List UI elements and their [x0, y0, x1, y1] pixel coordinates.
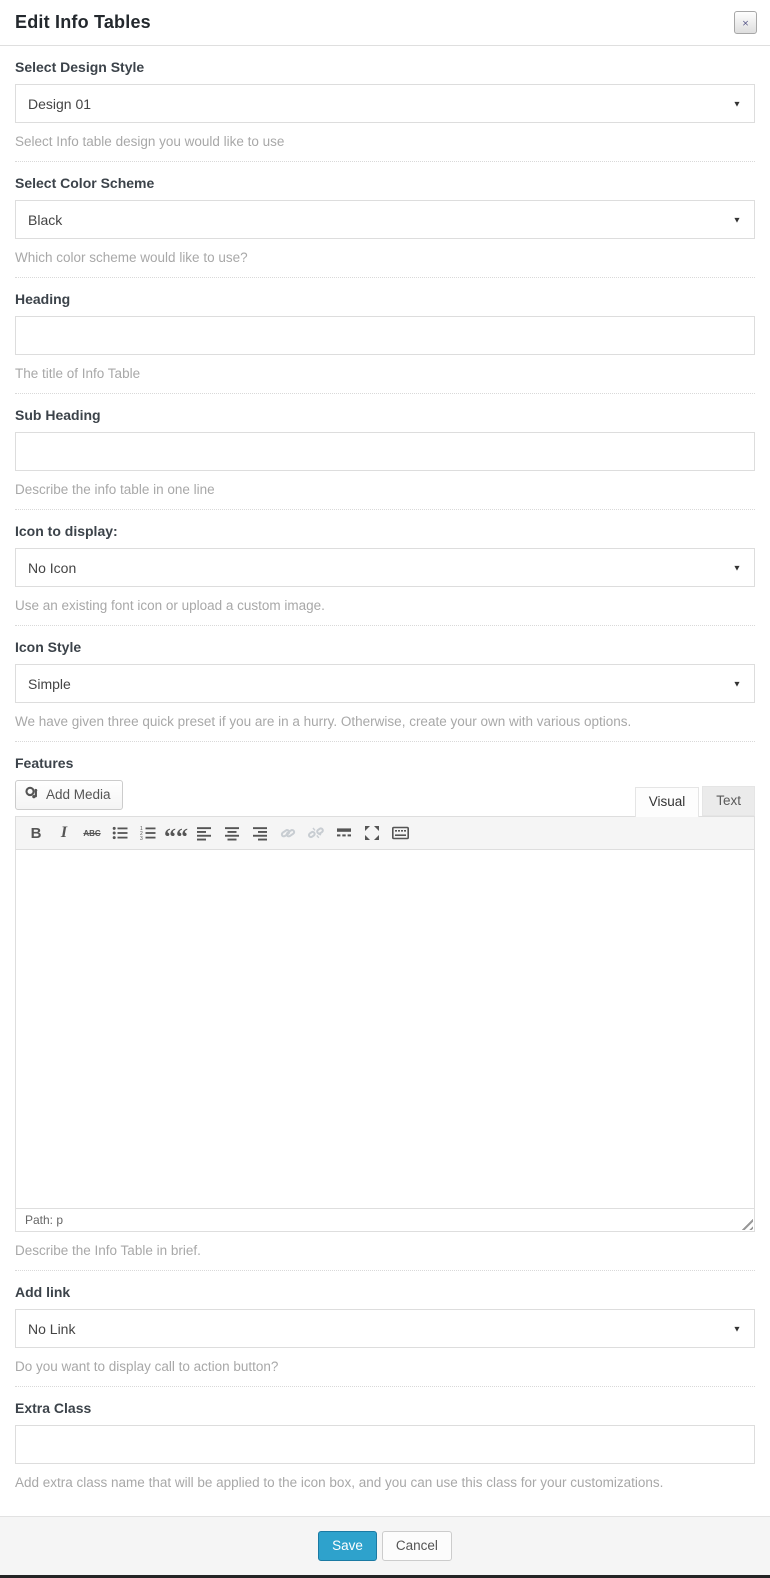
icon-to-display-select[interactable]: No Icon	[16, 549, 754, 586]
design-style-select-wrap: Design 01 ▼	[15, 84, 755, 123]
editor-path-label: Path: p	[25, 1213, 63, 1227]
resize-handle[interactable]	[739, 1216, 753, 1230]
color-scheme-select[interactable]: Black	[16, 201, 754, 238]
design-style-select[interactable]: Design 01	[16, 85, 754, 122]
unlink-icon[interactable]	[302, 820, 330, 846]
cancel-button[interactable]: Cancel	[382, 1531, 452, 1561]
extra-class-label: Extra Class	[15, 1400, 755, 1416]
align-right-icon[interactable]	[246, 820, 274, 846]
field-design-style: Select Design Style Design 01 ▼ Select I…	[15, 46, 755, 162]
icon-to-display-help: Use an existing font icon or upload a cu…	[15, 598, 755, 613]
sub-heading-help: Describe the info table in one line	[15, 482, 755, 497]
field-icon-to-display: Icon to display: No Icon ▼ Use an existi…	[15, 510, 755, 626]
italic-icon[interactable]: I	[50, 820, 78, 846]
field-add-link: Add link No Link ▼ Do you want to displa…	[15, 1271, 755, 1387]
field-color-scheme: Select Color Scheme Black ▼ Which color …	[15, 162, 755, 278]
add-media-button[interactable]: Add Media	[15, 780, 123, 810]
icon-style-label: Icon Style	[15, 639, 755, 655]
bold-icon[interactable]: B	[22, 820, 50, 846]
color-scheme-label: Select Color Scheme	[15, 175, 755, 191]
editor-toolbar: B I ABC	[16, 817, 754, 850]
editor-top-bar: Add Media Visual Text	[15, 780, 755, 816]
align-center-icon[interactable]	[218, 820, 246, 846]
editor-frame: B I ABC	[15, 816, 755, 1232]
modal-title: Edit Info Tables	[15, 12, 151, 33]
toolbar-toggle-icon[interactable]	[386, 820, 414, 846]
blockquote-icon[interactable]: ““	[162, 820, 190, 846]
add-link-select[interactable]: No Link	[16, 1310, 754, 1347]
field-icon-style: Icon Style Simple ▼ We have given three …	[15, 626, 755, 742]
modal-header: Edit Info Tables ×	[0, 0, 770, 46]
numbered-list-icon[interactable]: 1 2 3	[134, 820, 162, 846]
align-left-icon[interactable]	[190, 820, 218, 846]
sub-heading-input[interactable]	[15, 432, 755, 471]
features-help: Describe the Info Table in brief.	[15, 1243, 755, 1258]
field-features: Features Add Media Visual	[15, 742, 755, 1271]
features-label: Features	[15, 755, 755, 771]
close-icon[interactable]: ×	[734, 11, 757, 34]
sub-heading-label: Sub Heading	[15, 407, 755, 423]
field-sub-heading: Sub Heading Describe the info table in o…	[15, 394, 755, 510]
add-link-select-wrap: No Link ▼	[15, 1309, 755, 1348]
color-scheme-help: Which color scheme would like to use?	[15, 250, 755, 265]
link-icon[interactable]	[274, 820, 302, 846]
fullscreen-icon[interactable]	[358, 820, 386, 846]
icon-style-select[interactable]: Simple	[16, 665, 754, 702]
design-style-help: Select Info table design you would like …	[15, 134, 755, 149]
color-scheme-select-wrap: Black ▼	[15, 200, 755, 239]
more-tag-icon[interactable]	[330, 820, 358, 846]
extra-class-input[interactable]	[15, 1425, 755, 1464]
editor-tabs: Visual Text	[635, 786, 755, 816]
icon-to-display-select-wrap: No Icon ▼	[15, 548, 755, 587]
field-heading: Heading The title of Info Table	[15, 278, 755, 394]
add-media-label: Add Media	[46, 787, 111, 802]
media-icon	[25, 786, 40, 803]
edit-info-tables-modal: Edit Info Tables × Select Design Style D…	[0, 0, 770, 1578]
add-link-label: Add link	[15, 1284, 755, 1300]
icon-style-select-wrap: Simple ▼	[15, 664, 755, 703]
add-link-help: Do you want to display call to action bu…	[15, 1359, 755, 1374]
tab-text[interactable]: Text	[702, 786, 755, 816]
svg-text:3: 3	[140, 836, 143, 841]
save-button[interactable]: Save	[318, 1531, 377, 1561]
modal-footer: Save Cancel	[0, 1516, 770, 1575]
strikethrough-icon[interactable]: ABC	[78, 820, 106, 846]
bullet-list-icon[interactable]	[106, 820, 134, 846]
icon-style-help: We have given three quick preset if you …	[15, 714, 755, 729]
modal-body: Select Design Style Design 01 ▼ Select I…	[0, 46, 770, 1502]
field-extra-class: Extra Class Add extra class name that wi…	[15, 1387, 755, 1502]
heading-label: Heading	[15, 291, 755, 307]
editor-content-area[interactable]	[16, 850, 754, 1208]
extra-class-help: Add extra class name that will be applie…	[15, 1475, 755, 1490]
tab-visual[interactable]: Visual	[635, 787, 700, 817]
design-style-label: Select Design Style	[15, 59, 755, 75]
icon-to-display-label: Icon to display:	[15, 523, 755, 539]
editor-statusbar: Path: p	[16, 1208, 754, 1231]
heading-help: The title of Info Table	[15, 366, 755, 381]
heading-input[interactable]	[15, 316, 755, 355]
